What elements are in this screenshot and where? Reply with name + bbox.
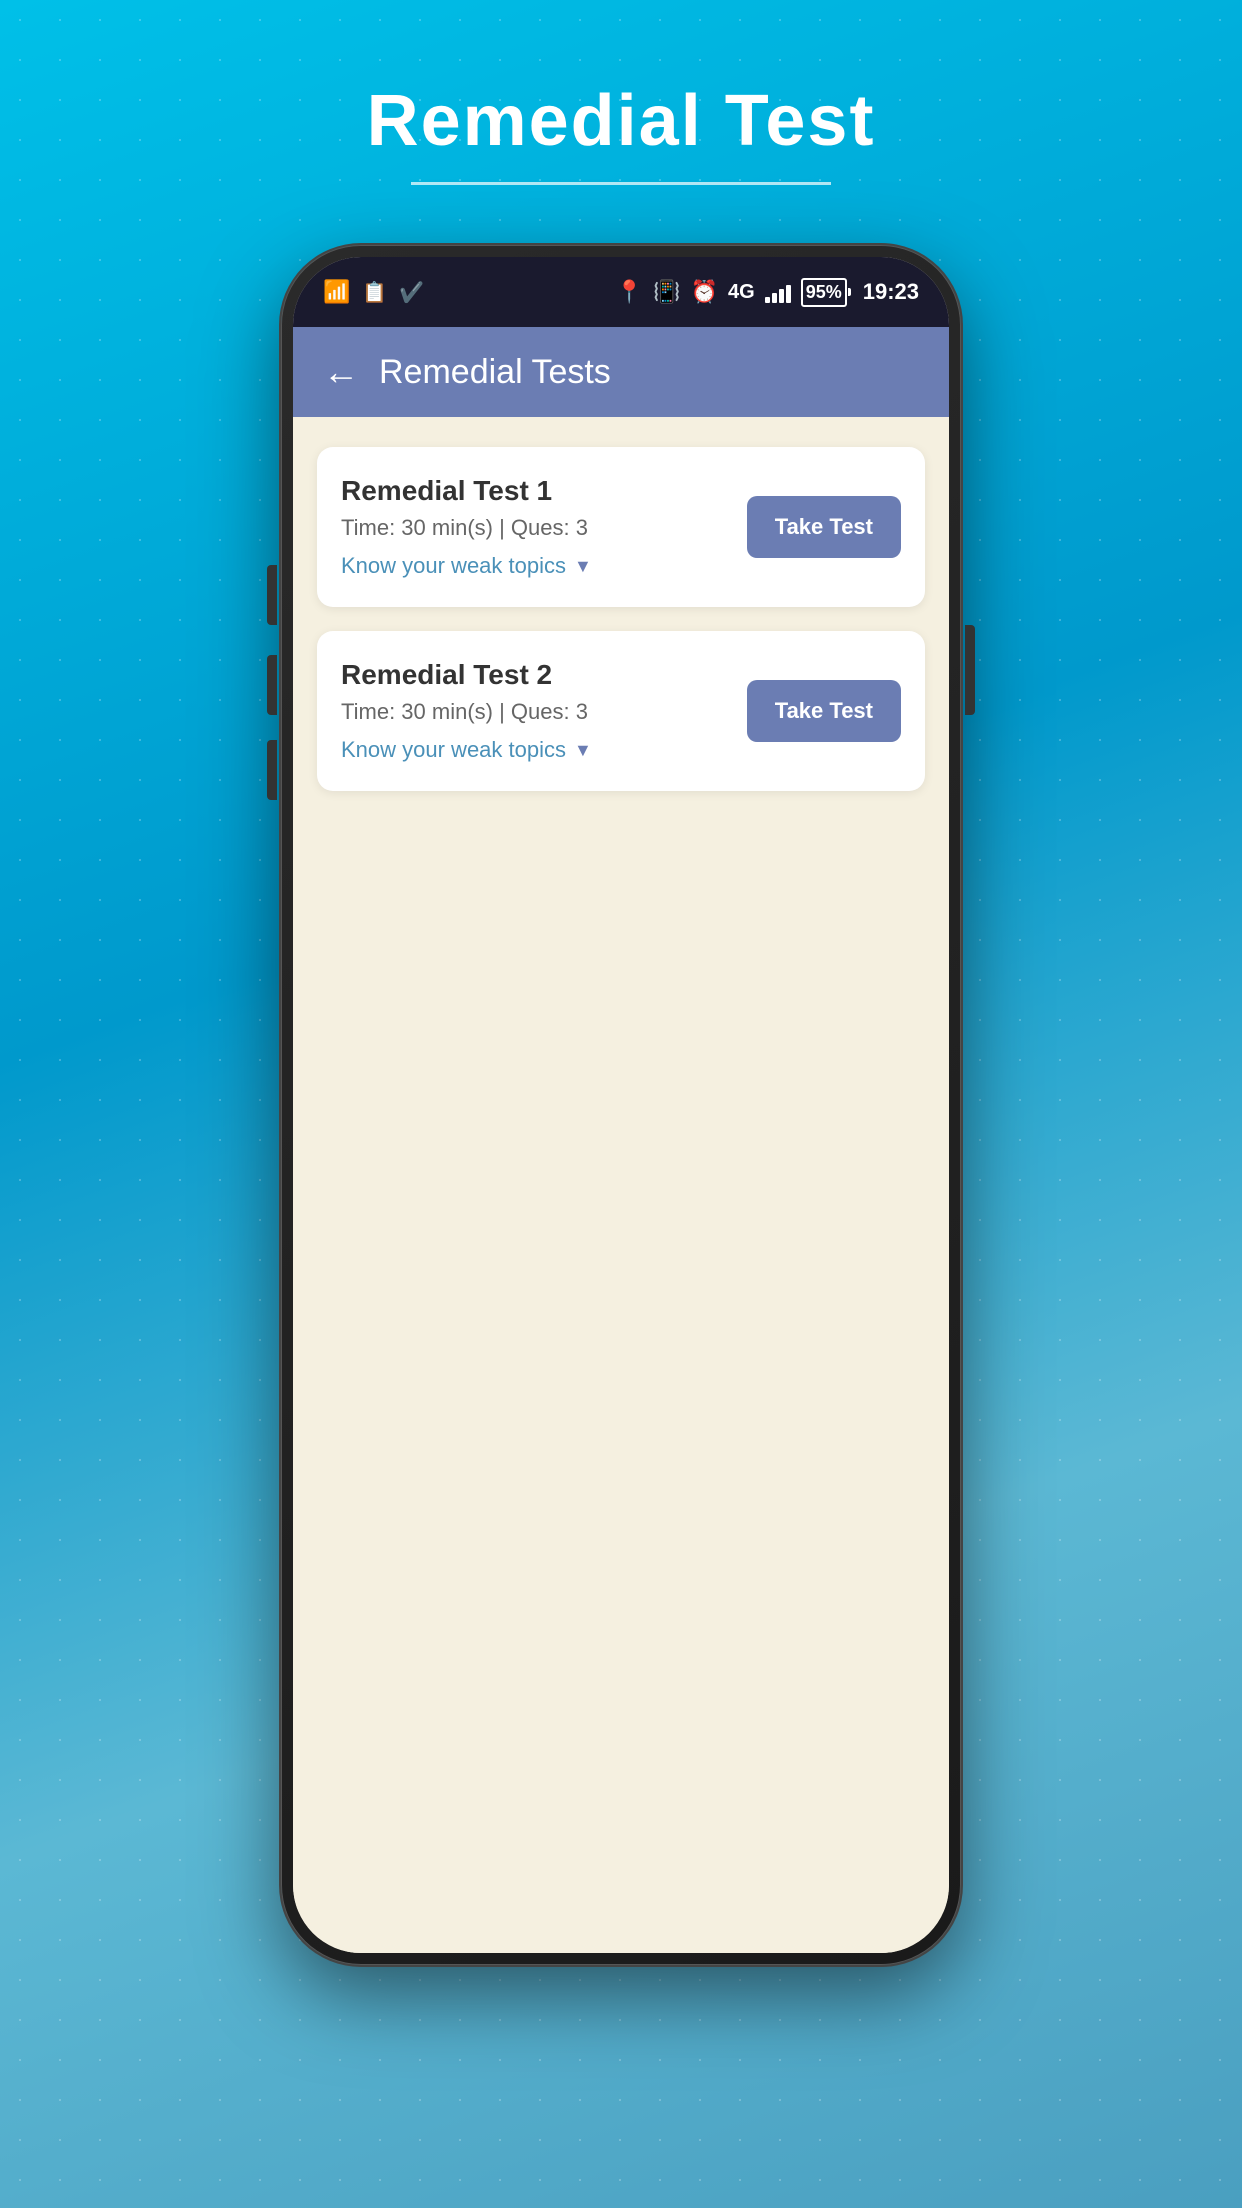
status-bar: 📶 📋 ✔️ 📍 📳 ⏰ 4G 95%	[293, 257, 949, 327]
test-card-1-weak-topics[interactable]: Know your weak topics ▼	[341, 553, 727, 579]
status-right: 📍 📳 ⏰ 4G 95% 19:23	[616, 278, 919, 307]
content-area: Remedial Test 1 Time: 30 min(s) | Ques: …	[293, 417, 949, 1953]
title-underline	[411, 182, 831, 185]
test-card-1-title: Remedial Test 1	[341, 475, 727, 507]
take-test-1-button[interactable]: Take Test	[747, 496, 901, 558]
location-icon: 📍	[616, 279, 643, 305]
weak-topics-1-label: Know your weak topics	[341, 553, 566, 579]
test-card-2-title: Remedial Test 2	[341, 659, 727, 691]
dropdown-arrow-1: ▼	[574, 556, 592, 577]
back-button[interactable]: ←	[323, 351, 359, 393]
test-card-1-meta: Time: 30 min(s) | Ques: 3	[341, 515, 727, 541]
take-test-2-button[interactable]: Take Test	[747, 680, 901, 742]
page-title-section: Remedial Test	[367, 80, 876, 185]
check-icon: ✔️	[399, 280, 424, 305]
test-card-2: Remedial Test 2 Time: 30 min(s) | Ques: …	[317, 631, 925, 791]
phone-screen: 📶 📋 ✔️ 📍 📳 ⏰ 4G 95%	[293, 257, 949, 1953]
test-card-2-left: Remedial Test 2 Time: 30 min(s) | Ques: …	[341, 659, 727, 763]
test-card-1: Remedial Test 1 Time: 30 min(s) | Ques: …	[317, 447, 925, 607]
test-card-2-meta: Time: 30 min(s) | Ques: 3	[341, 699, 727, 725]
signal-strength-icon	[765, 281, 791, 303]
weak-topics-2-label: Know your weak topics	[341, 737, 566, 763]
test-card-1-left: Remedial Test 1 Time: 30 min(s) | Ques: …	[341, 475, 727, 579]
phone-outer: 📶 📋 ✔️ 📍 📳 ⏰ 4G 95%	[281, 245, 961, 1965]
notification-icon: 📋	[362, 280, 387, 305]
wifi-icon: 📶	[323, 279, 350, 305]
dropdown-arrow-2: ▼	[574, 740, 592, 761]
app-header: ← Remedial Tests	[293, 327, 949, 417]
status-left: 📶 📋 ✔️	[323, 279, 424, 305]
network-label: 4G	[728, 281, 755, 304]
test-card-2-weak-topics[interactable]: Know your weak topics ▼	[341, 737, 727, 763]
vibrate-icon: 📳	[653, 279, 680, 305]
clock-time: 19:23	[863, 279, 919, 305]
alarm-icon: ⏰	[691, 279, 718, 305]
app-header-title: Remedial Tests	[379, 353, 611, 392]
battery-icon: 95%	[801, 278, 847, 307]
phone-wrapper: 📶 📋 ✔️ 📍 📳 ⏰ 4G 95%	[281, 245, 961, 1965]
page-title: Remedial Test	[367, 80, 876, 162]
battery-percent: 95%	[806, 282, 842, 303]
